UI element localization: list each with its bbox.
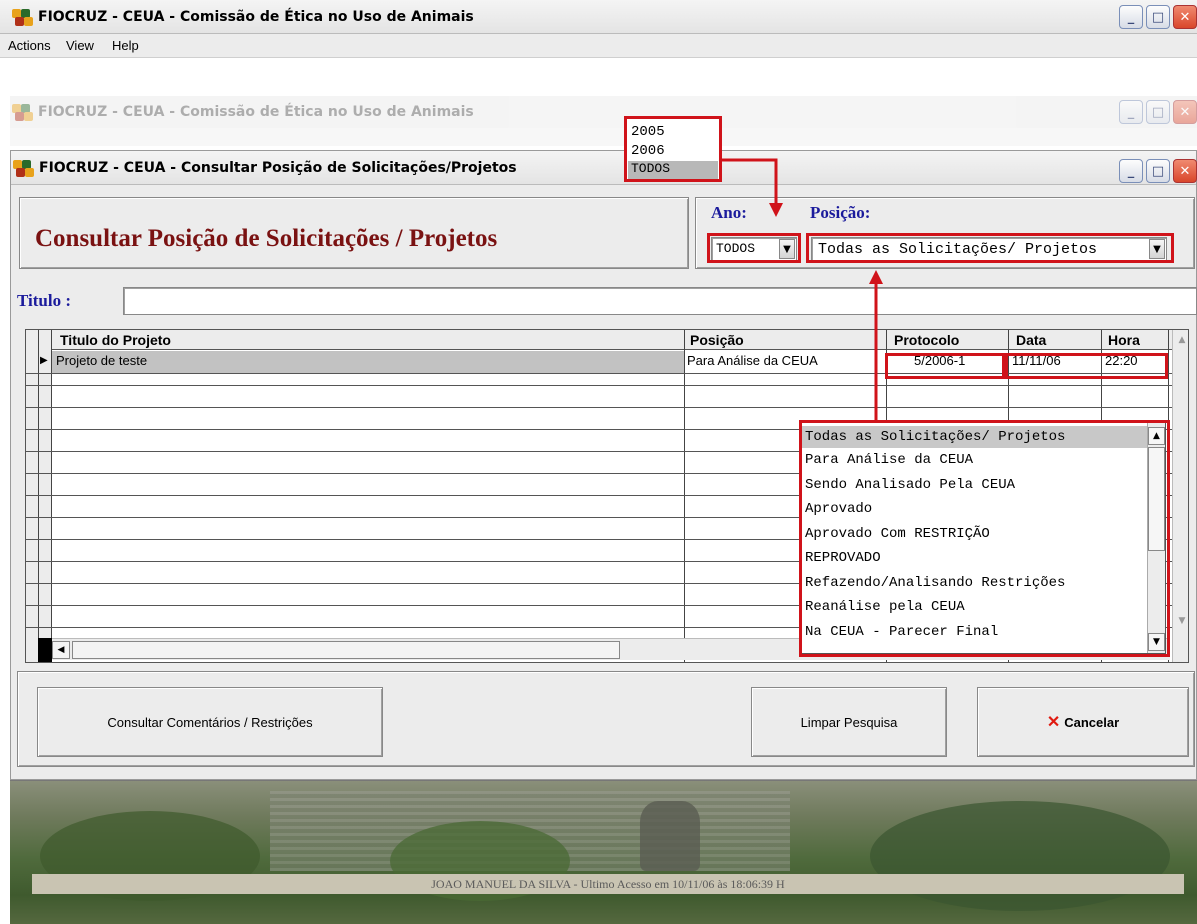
background-photo — [10, 780, 1197, 924]
status-bar: JOAO MANUEL DA SILVA - Ultimo Acesso em … — [32, 874, 1184, 894]
status-text: JOAO MANUEL DA SILVA - Ultimo Acesso em … — [431, 877, 785, 891]
